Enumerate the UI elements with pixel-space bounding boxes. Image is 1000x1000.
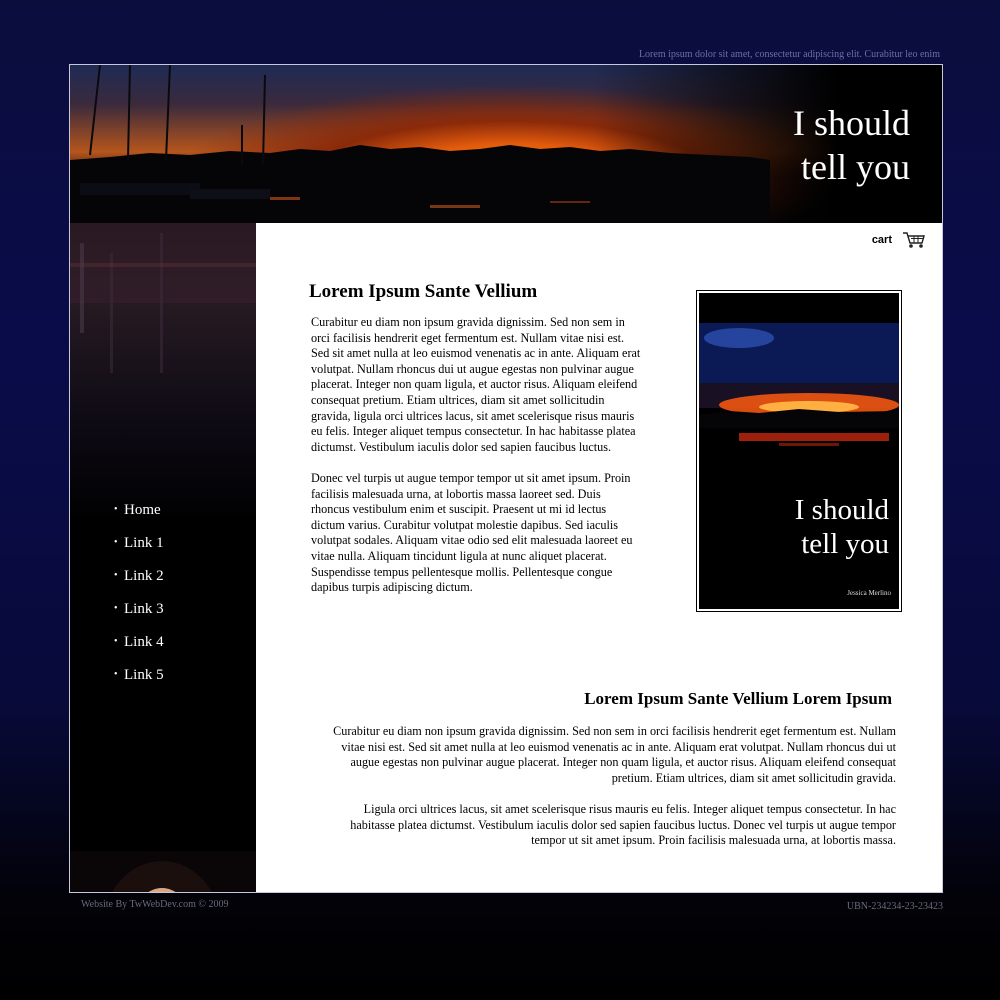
nav-label: Home <box>124 502 161 518</box>
site-brand: I should tell you <box>793 101 910 189</box>
section-2-body: Curabitur eu diam non ipsum gravida dign… <box>326 724 896 864</box>
section-2-paragraph-1: Curabitur eu diam non ipsum gravida dign… <box>333 724 896 785</box>
section-1-paragraph-1: Curabitur eu diam non ipsum gravida dign… <box>311 315 641 454</box>
bullet-icon: • <box>114 669 118 680</box>
brand-line-1: I should <box>793 103 910 143</box>
water-reflection-illustration <box>70 223 256 373</box>
brand-line-2: tell you <box>801 147 910 187</box>
main-navigation: • Home • Link 1 • Link 2 • Link 3 • Link 4 • L… <box>114 501 164 699</box>
nav-link-2[interactable]: • Link 2 <box>114 567 164 600</box>
nav-label: Link 5 <box>124 667 164 683</box>
header-banner-image: I should tell you <box>70 65 942 223</box>
section-2-title: Lorem Ipsum Sante Vellium Lorem Ipsum <box>584 689 892 708</box>
book-cover-image[interactable]: I should tell you Jessica Merlino <box>696 290 902 612</box>
bullet-icon: • <box>114 570 118 581</box>
bullet-icon: • <box>114 504 118 515</box>
nav-label: Link 4 <box>124 634 164 650</box>
bullet-icon: • <box>114 636 118 647</box>
bullet-icon: • <box>114 603 118 614</box>
book-author: Jessica Merlino <box>847 589 891 597</box>
author-portrait <box>70 851 256 892</box>
nav-link-4[interactable]: • Link 4 <box>114 633 164 666</box>
book-title-line-1: I should <box>794 494 889 526</box>
nav-link-5[interactable]: • Link 5 <box>114 666 164 699</box>
footer-credit: Website By TwWebDev.com © 2009 <box>81 899 229 910</box>
nav-label: Link 2 <box>124 568 164 584</box>
nav-label: Link 3 <box>124 601 164 617</box>
section-1-paragraph-2: Donec vel turpis ut augue tempor tempor … <box>311 470 633 595</box>
site-frame: I should tell you • Home • Link 1 • Link 2 … <box>69 64 943 893</box>
main-content: cart Lorem Ipsum Sante Vellium Curabitur… <box>256 223 942 892</box>
cart-link[interactable]: cart <box>872 231 926 249</box>
book-title: I should tell you <box>795 493 889 561</box>
bullet-icon: • <box>114 537 118 548</box>
cart-label: cart <box>871 234 892 246</box>
footer-code: UBN-234234-23-23423 <box>846 901 943 912</box>
section-2-paragraph-2: Ligula orci ultrices lacus, sit amet sce… <box>350 801 896 848</box>
nav-link-3[interactable]: • Link 3 <box>114 600 164 633</box>
nav-label: Link 1 <box>124 535 164 551</box>
book-cover-illustration <box>699 323 899 446</box>
section-1-body: Curabitur eu diam non ipsum gravida dign… <box>311 315 641 611</box>
sidebar: • Home • Link 1 • Link 2 • Link 3 • Link 4 • L… <box>70 223 256 892</box>
book-cover: I should tell you Jessica Merlino <box>699 293 899 609</box>
section-1-title: Lorem Ipsum Sante Vellium <box>309 281 538 302</box>
cart-icon <box>903 232 925 248</box>
header-tagline: Lorem ipsum dolor sit amet, consectetur … <box>638 49 940 60</box>
nav-home[interactable]: • Home <box>114 501 164 534</box>
nav-link-1[interactable]: • Link 1 <box>114 534 164 567</box>
book-title-line-2: tell you <box>801 528 889 560</box>
